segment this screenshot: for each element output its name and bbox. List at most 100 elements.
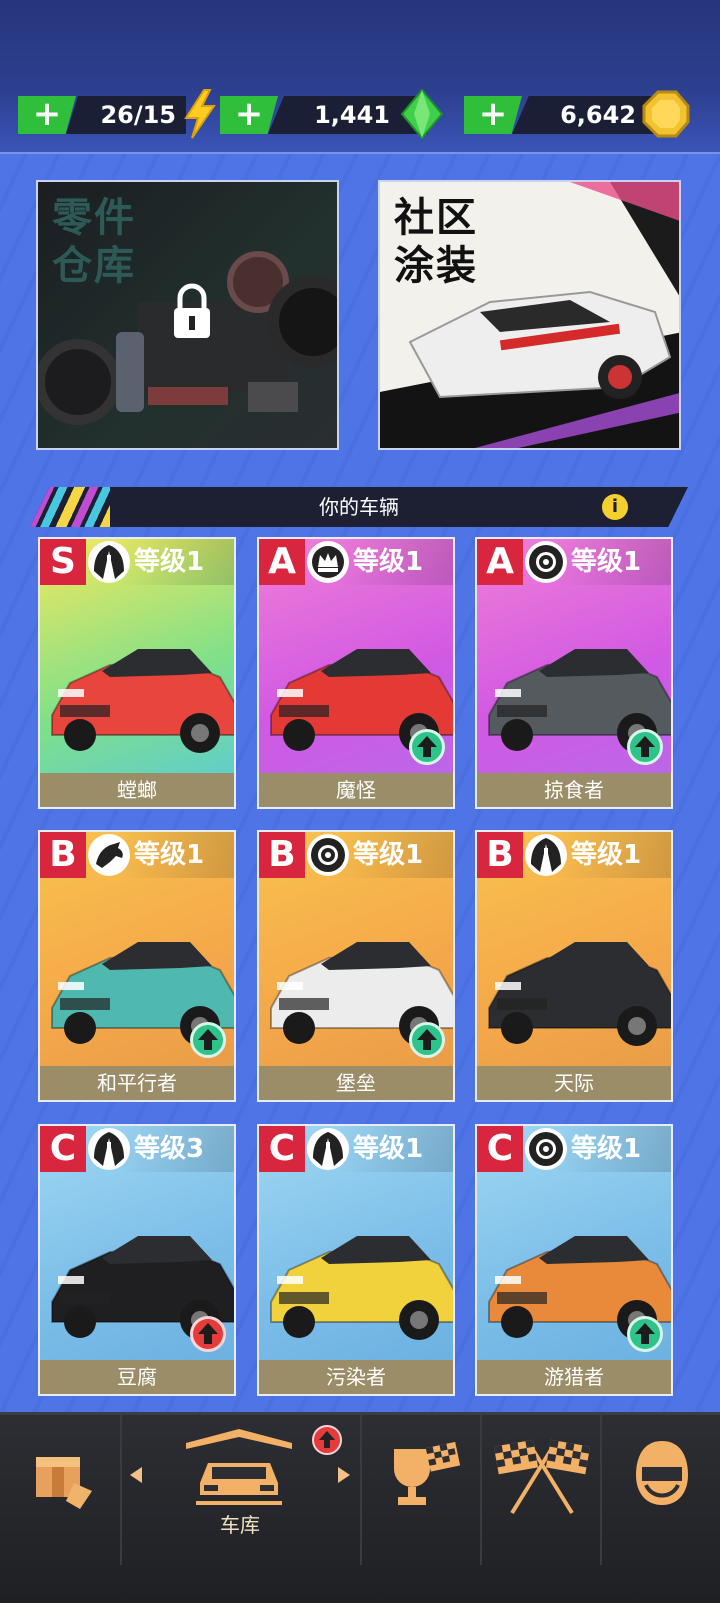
- vehicle-name: 游猎者: [477, 1360, 671, 1394]
- tab-profile[interactable]: [600, 1415, 720, 1565]
- parts-warehouse-panel[interactable]: 零件 仓库: [36, 180, 339, 450]
- crown-icon: [307, 541, 349, 583]
- tab-garage-label: 车库: [220, 1513, 260, 1537]
- livery-title-line2: 涂装: [394, 243, 478, 289]
- car-image: [40, 585, 234, 773]
- grade-badge: A: [259, 539, 305, 585]
- section-title: 你的车辆: [319, 495, 399, 519]
- vehicle-card[interactable]: C 等级1 污染者: [257, 1124, 455, 1396]
- upgrade-arrow-icon: [627, 1316, 663, 1352]
- level-label: 等级1: [353, 840, 424, 870]
- upgrade-arrow-icon: [409, 1022, 445, 1058]
- card-header: C 等级1: [477, 1126, 671, 1172]
- vehicle-card[interactable]: S 等级1 螳螂: [38, 537, 236, 809]
- coins-value: 6,642: [560, 101, 636, 129]
- vehicle-card[interactable]: C 等级3 豆腐: [38, 1124, 236, 1396]
- vehicle-name: 豆腐: [40, 1360, 234, 1394]
- trophy-icon: [394, 1441, 461, 1505]
- chevron-left-icon[interactable]: [128, 1465, 144, 1485]
- card-header: B 等级1: [477, 832, 671, 878]
- vehicle-name: 堡垒: [259, 1066, 453, 1100]
- tab-race[interactable]: [480, 1415, 602, 1565]
- car-image: [259, 1172, 453, 1360]
- level-label: 等级1: [353, 1134, 424, 1164]
- livery-title-line1: 社区: [394, 195, 478, 241]
- vehicle-name: 和平行者: [40, 1066, 234, 1100]
- parts-title-line1: 零件: [52, 195, 136, 241]
- card-header: S 等级1: [40, 539, 234, 585]
- card-header: C 等级3: [40, 1126, 234, 1172]
- lightning-icon: [184, 89, 216, 139]
- vehicle-card[interactable]: A 等级1 掠食者: [475, 537, 673, 809]
- level-label: 等级1: [571, 840, 642, 870]
- car-image: [477, 878, 671, 1066]
- card-header: C 等级1: [259, 1126, 453, 1172]
- level-label: 等级1: [571, 547, 642, 577]
- card-header: A 等级1: [477, 539, 671, 585]
- tab-shop[interactable]: [0, 1415, 122, 1565]
- card-header: A 等级1: [259, 539, 453, 585]
- road-icon: [88, 1128, 130, 1170]
- energy-value: 26/15: [100, 101, 176, 129]
- bottom-navigation: 车库: [0, 1412, 720, 1603]
- vehicle-card[interactable]: C 等级1 游猎者: [475, 1124, 673, 1396]
- grade-badge: S: [40, 539, 86, 585]
- car-icon: [186, 1429, 292, 1505]
- level-label: 等级1: [353, 547, 424, 577]
- info-icon[interactable]: i: [602, 494, 628, 520]
- upgrade-arrow-icon: [627, 729, 663, 765]
- grade-badge: C: [477, 1126, 523, 1172]
- card-header: B 等级1: [40, 832, 234, 878]
- vehicle-card[interactable]: B 等级1 堡垒: [257, 830, 455, 1102]
- vehicle-name: 螳螂: [40, 773, 234, 807]
- parts-illustration: [38, 251, 337, 425]
- tab-garage[interactable]: 车库: [120, 1415, 362, 1565]
- vehicle-card[interactable]: A 等级1 魔怪: [257, 537, 455, 809]
- vehicle-name: 污染者: [259, 1360, 453, 1394]
- coin-icon: [642, 90, 690, 138]
- vehicle-name: 魔怪: [259, 773, 453, 807]
- tab-cup[interactable]: [360, 1415, 482, 1565]
- top-bar: + 26/15 + 1,441 + 6,642: [0, 0, 720, 154]
- road-icon: [525, 834, 567, 876]
- wheel-icon: [307, 834, 349, 876]
- vehicle-name: 天际: [477, 1066, 671, 1100]
- card-header: B 等级1: [259, 832, 453, 878]
- checkered-flags-icon: [493, 1439, 591, 1515]
- level-label: 等级1: [134, 840, 205, 870]
- community-livery-panel[interactable]: 社区 涂装: [378, 180, 681, 450]
- vehicles-section-header: 你的车辆 i: [30, 487, 688, 527]
- add-coins-button[interactable]: +: [464, 96, 522, 134]
- upgrade-arrow-icon: [190, 1316, 226, 1352]
- coins-counter[interactable]: + 6,642: [464, 90, 692, 138]
- level-label: 等级1: [134, 547, 205, 577]
- wheel-icon: [525, 1128, 567, 1170]
- upgrade-arrow-icon: [409, 729, 445, 765]
- road-icon: [88, 541, 130, 583]
- level-label: 等级3: [134, 1134, 205, 1164]
- livery-title: 社区 涂装: [394, 194, 478, 290]
- lock-icon: [174, 283, 210, 338]
- vehicle-card[interactable]: B 等级1 和平行者: [38, 830, 236, 1102]
- vehicle-card[interactable]: B 等级1 天际: [475, 830, 673, 1102]
- upgrade-arrow-icon: [190, 1022, 226, 1058]
- helmet-icon: [636, 1441, 688, 1505]
- chevron-right-icon[interactable]: [336, 1465, 352, 1485]
- vehicle-name: 掠食者: [477, 773, 671, 807]
- add-gems-button[interactable]: +: [220, 96, 278, 134]
- gems-value: 1,441: [314, 101, 390, 129]
- upgrade-badge-icon: [312, 1425, 342, 1455]
- box-icon: [36, 1457, 92, 1509]
- road-icon: [307, 1128, 349, 1170]
- grade-badge: C: [40, 1126, 86, 1172]
- grade-badge: B: [40, 832, 86, 878]
- wheel-icon: [525, 541, 567, 583]
- energy-counter[interactable]: + 26/15: [18, 89, 216, 139]
- grade-badge: C: [259, 1126, 305, 1172]
- add-energy-button[interactable]: +: [18, 96, 76, 134]
- grade-badge: B: [259, 832, 305, 878]
- level-label: 等级1: [571, 1134, 642, 1164]
- grade-badge: B: [477, 832, 523, 878]
- grade-badge: A: [477, 539, 523, 585]
- gems-counter[interactable]: + 1,441: [220, 88, 444, 140]
